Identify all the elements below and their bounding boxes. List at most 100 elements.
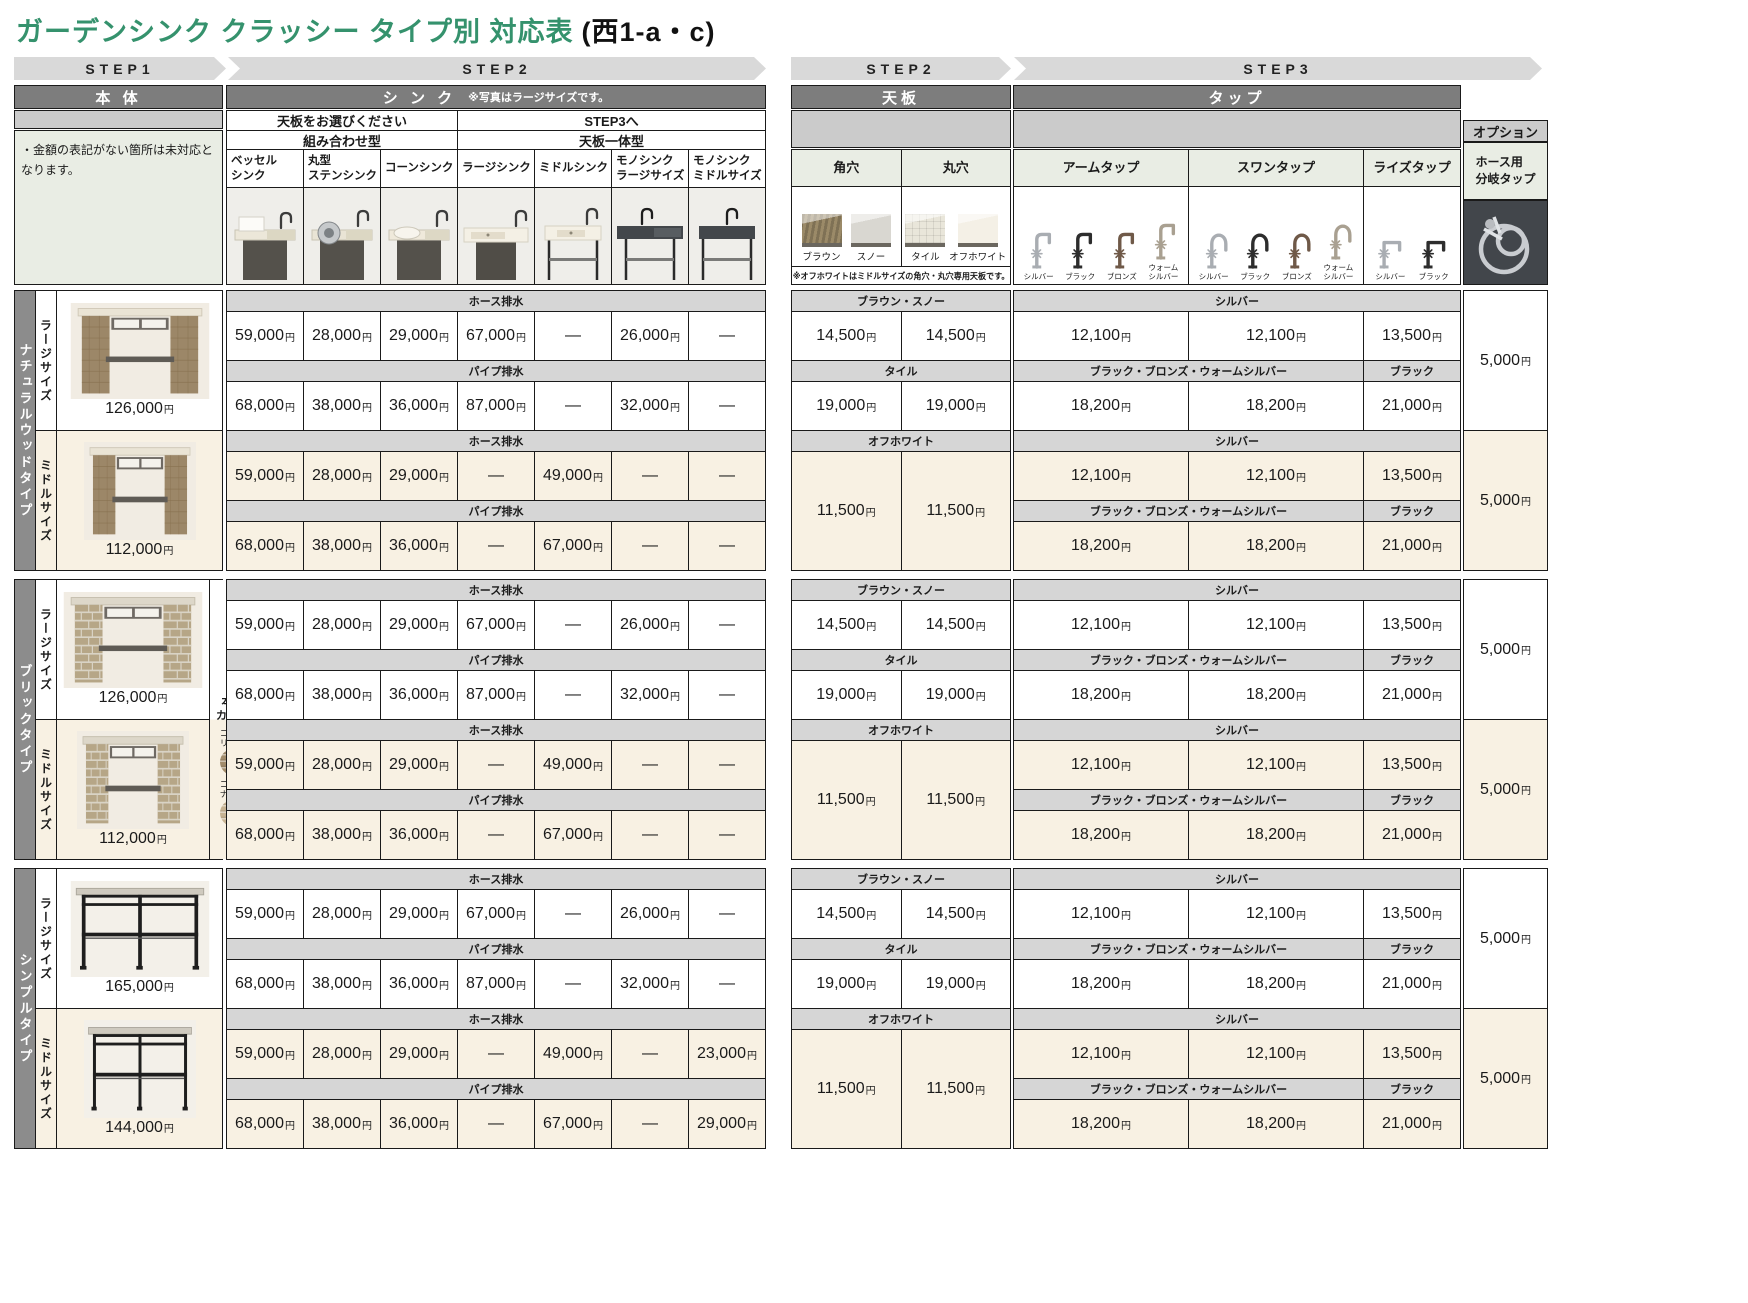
body-gray-strip xyxy=(14,110,223,129)
brown-top-swatch: ブラウン xyxy=(801,214,842,263)
top-price-cell: 19,000 円 xyxy=(901,960,1010,1008)
sink-price-cell: — xyxy=(689,671,765,719)
body-block: シンプルタイプ ラージサイズ 165,000円 ミドルサイズ 144,000円 xyxy=(14,868,223,1149)
tap-finish-label: ブラック xyxy=(1418,272,1449,281)
body-section-header: 本 体 xyxy=(14,85,223,109)
tap-price-cell: 21,000 円 xyxy=(1364,671,1460,719)
drain-type-band: パイプ排水 xyxy=(227,361,765,381)
arm-tap-icon: シルバー xyxy=(1022,222,1056,281)
sink-price-cell: 29,000 円 xyxy=(381,1030,457,1078)
drain-type-band: パイプ排水 xyxy=(227,650,765,670)
sink-price-cell: 68,000 円 xyxy=(227,1100,303,1148)
top-color-band: オフホワイト xyxy=(792,1009,1010,1029)
tap-price-cell: 12,100 円 xyxy=(1014,452,1188,500)
option-column-label: ホース用 分岐タップ xyxy=(1463,142,1548,200)
tap-finish-label: ウォーム シルバー xyxy=(1148,263,1179,281)
size-label-large: ラージサイズ xyxy=(36,291,56,430)
sink-price-cell: 29,000 円 xyxy=(381,601,457,649)
tap-price-cell: 13,500 円 xyxy=(1364,1030,1460,1078)
swan-tap-icon: シルバー xyxy=(1197,222,1231,281)
size-label-large: ラージサイズ xyxy=(36,580,56,719)
tap-color-band: ブラック xyxy=(1364,1079,1460,1099)
choose-top-label: 天板をお選びください xyxy=(227,111,457,130)
tap-finish-label: シルバー xyxy=(1375,272,1406,281)
sink-price-cell: 59,000 円 xyxy=(227,312,303,360)
tap-price-cell: 13,500 円 xyxy=(1364,890,1460,938)
size-label-middle: ミドルサイズ xyxy=(36,431,56,570)
sink-price-cell: 38,000 円 xyxy=(304,671,380,719)
step2b-arrow: STEP2 xyxy=(791,57,1011,80)
body-price: 165,000円 xyxy=(105,978,174,995)
sink-price-cell: 67,000 円 xyxy=(535,522,611,570)
top-color-band: タイル xyxy=(792,939,1010,959)
tap-price-cell: 18,200 円 xyxy=(1189,1100,1363,1148)
tap-price-cell: 12,100 円 xyxy=(1014,312,1188,360)
tap-price-cell: 21,000 円 xyxy=(1364,1100,1460,1148)
top-swatch-label: オフホワイト xyxy=(949,252,1007,263)
body-type-label: ナチュラルウッドタイプ xyxy=(15,291,35,570)
tap-price-cell: 21,000 円 xyxy=(1364,522,1460,570)
tap-color-band: ブラック・ブロンズ・ウォームシルバー xyxy=(1014,790,1363,810)
sink-price-cell: 28,000 円 xyxy=(304,741,380,789)
tap-color-band: シルバー xyxy=(1014,869,1460,889)
tap-color-band: ブラック・ブロンズ・ウォームシルバー xyxy=(1014,361,1363,381)
tap-color-band: シルバー xyxy=(1014,431,1460,451)
sink-price-cell: — xyxy=(535,960,611,1008)
tap-price-cell: 21,000 円 xyxy=(1364,960,1460,1008)
tap-color-band: ブラック xyxy=(1364,790,1460,810)
sink-price-cell: — xyxy=(689,601,765,649)
sink-price-block: ホース排水 59,000 円 28,000 円 29,000 円 67,000 円 —26,000… xyxy=(226,290,766,571)
swan-tap-icon: ウォーム シルバー xyxy=(1321,213,1355,281)
sink-price-cell: 36,000 円 xyxy=(381,382,457,430)
body-photo-large: 165,000円 xyxy=(57,869,222,1008)
tap-price-cell: 12,100 円 xyxy=(1014,890,1188,938)
tap-color-band: シルバー xyxy=(1014,580,1460,600)
tap-price-cell: 18,200 円 xyxy=(1014,811,1188,859)
combination-type-label: 組み合わせ型 xyxy=(227,131,457,149)
sink-header-grid: 天板をお選びください STEP3へ 組み合わせ型 天板一体型 ベッセル シンク 丸型 ステ… xyxy=(226,110,766,285)
option-price-cell: 5,000 円 xyxy=(1464,869,1547,1008)
sink-price-cell: — xyxy=(689,382,765,430)
top-price-cell: 19,000 円 xyxy=(901,382,1010,430)
body-photo-middle: 112,000円 xyxy=(57,720,209,859)
sink-price-cell: 87,000 円 xyxy=(458,960,534,1008)
top-hole-column-label: 角穴 xyxy=(792,150,901,186)
tap-finish-label: シルバー xyxy=(1198,272,1229,281)
body-type-label: ブリックタイプ xyxy=(15,580,35,859)
tap-price-cell: 18,200 円 xyxy=(1189,671,1363,719)
body-price: 126,000円 xyxy=(105,400,174,417)
drain-type-band: パイプ排水 xyxy=(227,1079,765,1099)
top-section-header: 天板 xyxy=(791,85,1011,109)
body-price: 144,000円 xyxy=(105,1119,174,1136)
tap-price-cell: 12,100 円 xyxy=(1189,452,1363,500)
sink-price-cell: 87,000 円 xyxy=(458,671,534,719)
sink-price-cell: — xyxy=(689,312,765,360)
tap-price-cell: 18,200 円 xyxy=(1189,960,1363,1008)
body-price: 126,000円 xyxy=(98,689,168,706)
tap-color-band: シルバー xyxy=(1014,1009,1460,1029)
sink-price-cell: 26,000 円 xyxy=(612,601,688,649)
top-price-cell: 19,000 円 xyxy=(792,382,901,430)
sink-price-cell: 36,000 円 xyxy=(381,811,457,859)
sink-price-cell: — xyxy=(689,741,765,789)
arm-tap-icon: ブラック xyxy=(1063,222,1097,281)
tile-top-swatch: タイル xyxy=(905,214,946,263)
top-price-block: ブラウン・スノー 14,500 円 14,500 円タイル 19,000 円 19,000 円オ… xyxy=(791,579,1011,860)
tap-color-band: シルバー xyxy=(1014,720,1460,740)
option-section-header: オプション xyxy=(1463,120,1548,142)
top-color-band: タイル xyxy=(792,650,1010,670)
sink-price-cell: 38,000 円 xyxy=(304,1100,380,1148)
tap-price-cell: 21,000 円 xyxy=(1364,382,1460,430)
tap-column-label: アームタップ xyxy=(1014,150,1188,186)
sink-price-cell: — xyxy=(689,960,765,1008)
to-step3-label: STEP3へ xyxy=(458,111,765,130)
sink-column-label: ベッセル シンク xyxy=(227,150,303,187)
rise-tap-icon: ブラック xyxy=(1417,222,1451,281)
sink-price-cell: — xyxy=(458,452,534,500)
top-color-band: オフホワイト xyxy=(792,431,1010,451)
top-color-band: タイル xyxy=(792,361,1010,381)
catalog-page: ガーデンシンク クラッシー タイプ別 対応表 (西1-a・c) STEP1 STE… xyxy=(0,0,1748,1303)
sink-price-cell: — xyxy=(689,452,765,500)
option-price-cell: 5,000 円 xyxy=(1464,1009,1547,1148)
sink-price-cell: 32,000 円 xyxy=(612,671,688,719)
